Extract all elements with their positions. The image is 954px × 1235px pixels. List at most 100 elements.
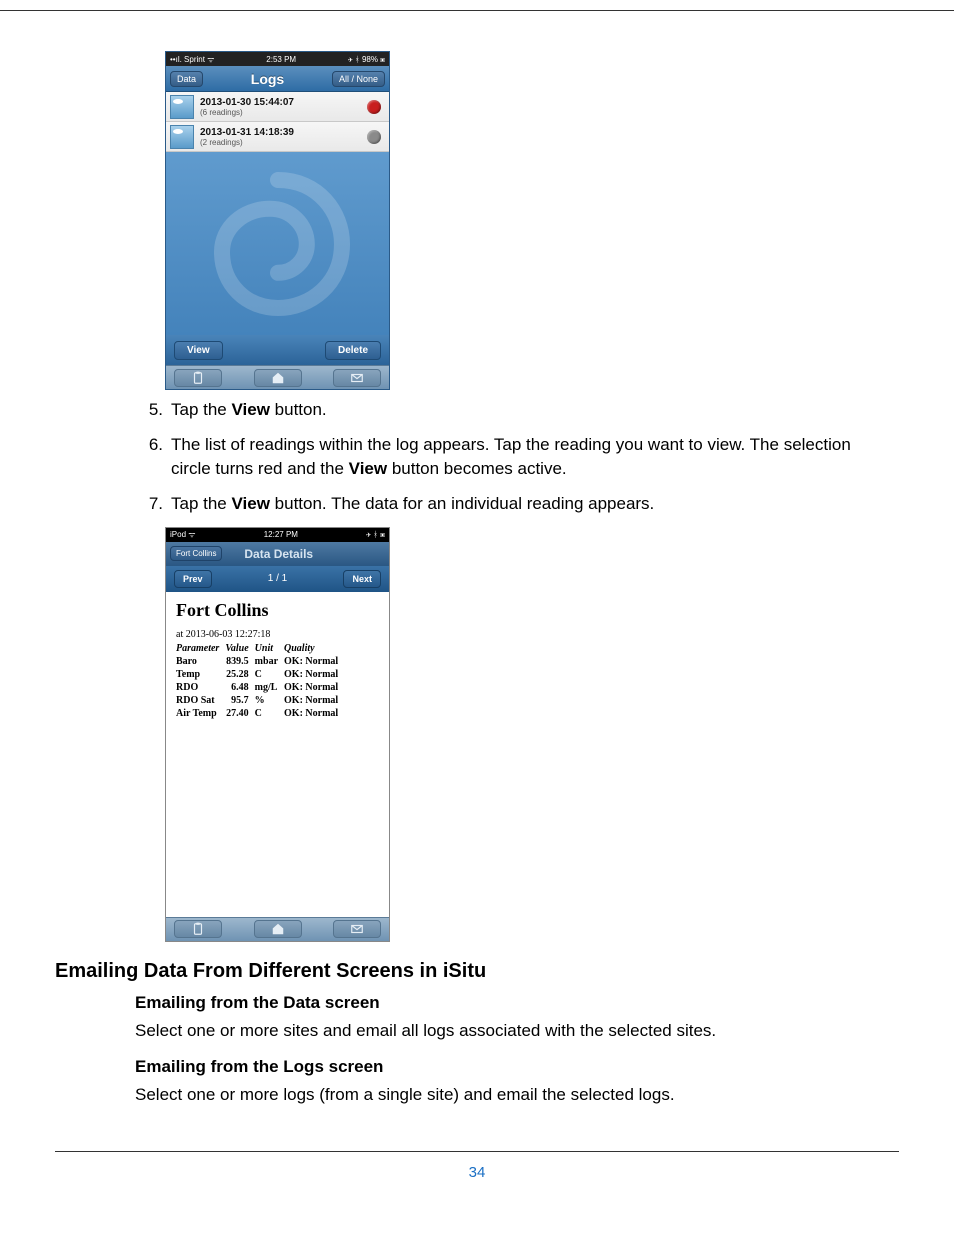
status-carrier: ••ıl. Sprint ᯤ [170,54,214,65]
mail-icon[interactable] [333,369,381,387]
log-info: 2013-01-31 14:18:39 (2 readings) [200,127,294,147]
back-button[interactable]: Fort Collins [170,546,222,561]
cell-quality: OK: Normal [284,681,344,694]
mail-icon[interactable] [333,920,381,938]
next-button[interactable]: Next [343,570,381,588]
home-icon[interactable] [254,369,302,387]
status-right: ✈ ᚼ ▣ [366,530,385,539]
tab-bar [166,365,389,389]
screenshot-data-details: iPod ᯤ 12:27 PM ✈ ᚼ ▣ Fort Collins Data … [165,527,390,942]
nav-bar: Data Logs All / None [166,66,389,92]
cell-param: Temp [176,668,225,681]
clipboard-icon[interactable] [174,369,222,387]
table-row: Air Temp27.40COK: Normal [176,707,344,720]
subsection-heading: Emailing from the Logs screen [135,1057,899,1077]
th-value: Value [225,642,254,655]
cell-param: Air Temp [176,707,225,720]
page-number: 34 [0,1152,954,1211]
nav-title: Logs [251,71,284,87]
step-text-part: button becomes active. [387,459,567,478]
status-bar: ••ıl. Sprint ᯤ 2:53 PM ✈ ᚼ 98% ▣ [166,52,389,66]
all-none-button[interactable]: All / None [332,71,385,87]
cell-value: 6.48 [225,681,254,694]
th-quality: Quality [284,642,344,655]
step-text-bold: View [232,494,270,513]
step-5: 5. Tap the View button. [135,398,899,423]
status-time: 12:27 PM [264,530,298,539]
logs-background [166,152,389,335]
selection-dot-icon[interactable] [367,130,381,144]
cell-quality: OK: Normal [284,694,344,707]
step-text: Tap the View button. The data for an ind… [171,492,899,517]
back-button[interactable]: Data [170,71,203,87]
selection-dot-icon[interactable] [367,100,381,114]
cell-unit: C [255,668,284,681]
details-timestamp: at 2013-06-03 12:27:18 [176,629,379,640]
cell-unit: C [255,707,284,720]
status-right: ✈ ᚼ 98% ▣ [348,55,385,64]
status-time: 2:53 PM [266,55,296,64]
home-icon[interactable] [254,920,302,938]
table-row: RDO6.48mg/LOK: Normal [176,681,344,694]
cell-value: 25.28 [225,668,254,681]
step-number: 6. [135,433,171,482]
cell-value: 95.7 [225,694,254,707]
subsection-paragraph: Select one or more sites and email all l… [135,1021,899,1041]
details-body: Fort Collins at 2013-06-03 12:27:18 Para… [166,592,389,917]
log-timestamp: 2013-01-30 15:44:07 [200,97,294,108]
log-timestamp: 2013-01-31 14:18:39 [200,127,294,138]
table-row: Temp25.28COK: Normal [176,668,344,681]
subsection-paragraph: Select one or more logs (from a single s… [135,1085,899,1105]
step-text: Tap the View button. [171,398,899,423]
cell-quality: OK: Normal [284,655,344,668]
cell-quality: OK: Normal [284,668,344,681]
th-unit: Unit [255,642,284,655]
step-text-bold: View [349,459,387,478]
log-readings-count: (2 readings) [200,138,294,147]
step-text-part: Tap the [171,400,232,419]
tab-bar [166,917,389,941]
table-row: Baro839.5mbarOK: Normal [176,655,344,668]
prev-button[interactable]: Prev [174,570,212,588]
cell-value: 839.5 [225,655,254,668]
step-7: 7. Tap the View button. The data for an … [135,492,899,517]
details-title: Fort Collins [176,600,379,621]
log-row[interactable]: 2013-01-31 14:18:39 (2 readings) [166,122,389,152]
table-row: RDO Sat95.7%OK: Normal [176,694,344,707]
screenshot-logs: ••ıl. Sprint ᯤ 2:53 PM ✈ ᚼ 98% ▣ Data Lo… [165,51,390,390]
site-thumb-icon [170,125,194,149]
log-row[interactable]: 2013-01-30 15:44:07 (6 readings) [166,92,389,122]
bottom-toolbar: View Delete [166,335,389,365]
clipboard-icon[interactable] [174,920,222,938]
step-number: 5. [135,398,171,423]
watermark-icon [166,152,389,335]
th-parameter: Parameter [176,642,225,655]
subsection: Emailing from the Data screen Select one… [135,993,899,1105]
cell-param: RDO Sat [176,694,225,707]
step-text-part: button. [270,400,327,419]
view-button[interactable]: View [174,341,223,360]
status-carrier: iPod ᯤ [170,529,196,540]
nav-title: Data Details [244,547,313,561]
step-text-bold: View [232,400,270,419]
cell-value: 27.40 [225,707,254,720]
section-heading: Emailing Data From Different Screens in … [55,960,899,983]
log-readings-count: (6 readings) [200,108,294,117]
cell-unit: mbar [255,655,284,668]
pager-bar: Prev 1 / 1 Next [166,566,389,592]
delete-button[interactable]: Delete [325,341,381,360]
step-text-part: button. The data for an individual readi… [270,494,654,513]
cell-param: RDO [176,681,225,694]
site-thumb-icon [170,95,194,119]
log-info: 2013-01-30 15:44:07 (6 readings) [200,97,294,117]
document-page: ••ıl. Sprint ᯤ 2:53 PM ✈ ᚼ 98% ▣ Data Lo… [0,10,954,1151]
pager-count: 1 / 1 [268,573,287,584]
step-text-part: Tap the [171,494,232,513]
cell-param: Baro [176,655,225,668]
step-6: 6. The list of readings within the log a… [135,433,899,482]
cell-unit: mg/L [255,681,284,694]
cell-quality: OK: Normal [284,707,344,720]
details-table: Parameter Value Unit Quality Baro839.5mb… [176,642,344,720]
table-header-row: Parameter Value Unit Quality [176,642,344,655]
status-bar: iPod ᯤ 12:27 PM ✈ ᚼ ▣ [166,528,389,542]
